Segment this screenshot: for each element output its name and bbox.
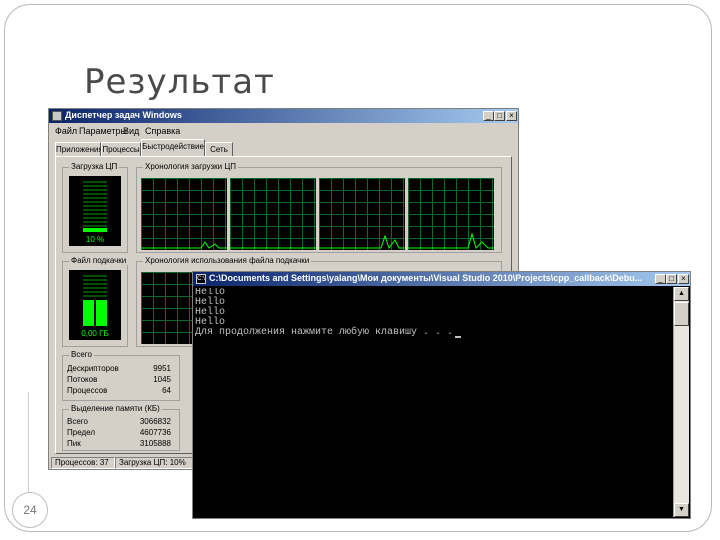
scroll-up-button[interactable]: ▲ — [674, 287, 689, 301]
cpu-history-graph-3 — [319, 178, 405, 250]
totals-handles-value: 9951 — [153, 364, 171, 373]
totals-row: Процессов 64 — [67, 386, 171, 395]
menu-file[interactable]: Файл — [55, 126, 77, 136]
scroll-down-button[interactable]: ▼ — [674, 503, 689, 517]
memory-group: Выделение памяти (КБ) Всего 3066832 Преде… — [62, 404, 180, 451]
tab-applications[interactable]: Приложения — [55, 142, 103, 156]
console-minimize-button[interactable]: _ — [655, 274, 666, 284]
cpu-usage-meter: 10 % — [69, 176, 121, 246]
pagefile-label: Файл подкачки — [69, 256, 129, 265]
close-button[interactable]: × — [506, 111, 517, 121]
console-cursor — [455, 336, 462, 338]
console-close-button[interactable]: × — [678, 274, 689, 284]
minimize-button[interactable]: _ — [483, 111, 494, 121]
cpu-usage-label: Загрузка ЦП — [69, 162, 120, 171]
pagefile-history-label: Хронология использования файла подкачки — [143, 256, 312, 265]
console-title: C:\Documents and Settings\yalang\Мои док… — [209, 273, 643, 283]
console-app-icon: C:\ — [196, 274, 206, 284]
console-prompt-text: Для продолжения нажмите любую клавишу . … — [195, 327, 454, 338]
memory-total-label: Всего — [67, 417, 88, 426]
totals-row: Потоков 1045 — [67, 375, 171, 384]
menu-view[interactable]: Вид — [123, 126, 139, 136]
totals-processes-label: Процессов — [67, 386, 108, 395]
cpu-history-group: Хронология загрузки ЦП — [136, 162, 502, 253]
memory-total-value: 3066832 — [139, 417, 171, 426]
pagefile-group: Файл подкачки 0,00 ГБ — [62, 256, 129, 347]
slide-number: 24 — [12, 492, 48, 528]
memory-limit-label: Предел — [67, 428, 95, 437]
status-cpu: Загрузка ЦП: 10% — [115, 457, 195, 469]
totals-label: Всего — [69, 350, 94, 359]
totals-threads-value: 1045 — [153, 375, 171, 384]
task-manager-app-icon — [52, 111, 62, 121]
cpu-usage-group: Загрузка ЦП 10 % — [62, 162, 128, 253]
menu-help[interactable]: Справка — [145, 126, 180, 136]
console-window: C:\ C:\Documents and Settings\yalang\Мои… — [192, 271, 691, 519]
console-maximize-button[interactable]: □ — [666, 274, 677, 284]
cpu-history-graph-4 — [408, 178, 494, 250]
cpu-history-graph-2 — [230, 178, 316, 250]
tab-performance[interactable]: Быстродействие — [141, 139, 205, 156]
console-line: Hello — [195, 307, 226, 318]
task-manager-titlebar[interactable]: Диспетчер задач Windows _ □ × — [49, 109, 518, 123]
totals-handles-label: Дескрипторов — [67, 364, 119, 373]
scroll-thumb[interactable] — [674, 302, 689, 326]
tab-processes[interactable]: Процессы — [101, 142, 141, 156]
pagefile-meter: 0,00 ГБ — [69, 270, 121, 340]
slide-title: Результат — [84, 62, 275, 102]
memory-label: Выделение памяти (КБ) — [69, 404, 162, 413]
slide-number-line — [28, 392, 29, 492]
maximize-button[interactable]: □ — [494, 111, 505, 121]
console-line: Hello — [195, 288, 226, 298]
memory-peak-label: Пик — [67, 439, 81, 448]
memory-row: Всего 3066832 — [67, 417, 171, 426]
menu-options[interactable]: Параметры — [79, 126, 127, 136]
memory-limit-value: 4607736 — [139, 428, 171, 437]
cpu-history-label: Хронология загрузки ЦП — [143, 162, 238, 171]
totals-processes-value: 64 — [162, 386, 171, 395]
console-output[interactable]: Hello Hello Hello Hello Для продолжения … — [195, 288, 674, 516]
memory-peak-value: 3105888 — [139, 439, 171, 448]
cpu-history-graph-1 — [141, 178, 227, 250]
memory-row: Предел 4607736 — [67, 428, 171, 437]
totals-group: Всего Дескрипторов 9951 Потоков 1045 Проце… — [62, 350, 180, 401]
task-manager-title: Диспетчер задач Windows — [65, 110, 182, 120]
totals-threads-label: Потоков — [67, 375, 98, 384]
status-processes: Процессов: 37 — [51, 457, 115, 469]
totals-row: Дескрипторов 9951 — [67, 364, 171, 373]
memory-row: Пик 3105888 — [67, 439, 171, 448]
cpu-usage-value: 10 % — [85, 235, 105, 244]
console-scrollbar[interactable]: ▲ ▼ — [673, 287, 689, 517]
console-titlebar[interactable]: C:\ C:\Documents and Settings\yalang\Мои… — [193, 272, 690, 286]
console-line: Hello — [195, 297, 226, 308]
tab-network[interactable]: Сеть — [205, 142, 233, 156]
task-manager-menubar: Файл Параметры Вид Справка — [49, 124, 518, 138]
pagefile-value: 0,00 ГБ — [81, 329, 109, 338]
console-line-prompt: Для продолжения нажмите любую клавишу . … — [195, 328, 674, 338]
